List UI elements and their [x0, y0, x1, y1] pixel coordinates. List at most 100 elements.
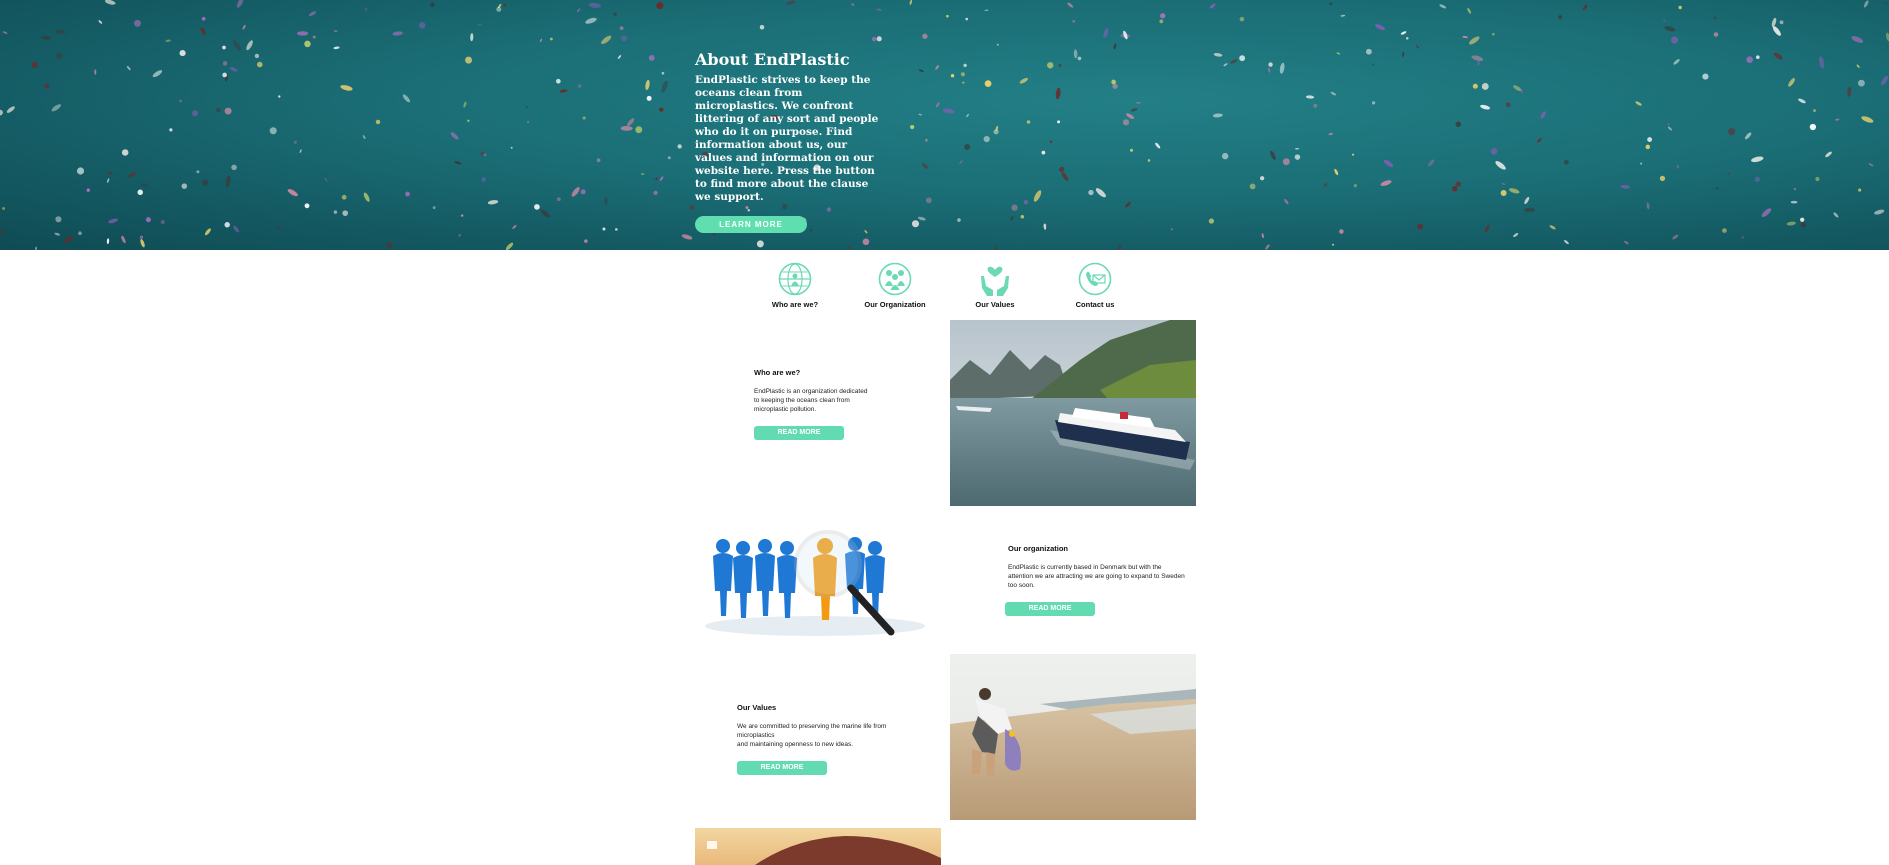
microplastic-speck [1294, 154, 1301, 160]
microplastic-speck [55, 52, 63, 60]
microplastic-speck [1047, 62, 1054, 69]
microplastic-speck [1772, 26, 1781, 36]
microplastic-speck [1501, 182, 1506, 185]
microplastic-speck [1230, 59, 1238, 64]
microplastic-speck [659, 107, 664, 112]
microplastic-speck [646, 95, 652, 101]
microplastic-speck [1351, 153, 1355, 156]
microplastic-speck [231, 164, 237, 171]
microplastic-speck [386, 242, 393, 249]
microplastic-speck [577, 84, 582, 88]
microplastic-speck [1058, 64, 1062, 67]
microplastic-speck [127, 172, 137, 178]
microplastic-speck [1270, 150, 1276, 160]
microplastic-speck [620, 126, 633, 131]
microplastic-speck [577, 8, 581, 13]
microplastic-speck [1868, 163, 1874, 167]
microplastic-speck [1365, 48, 1372, 55]
nav-item-who-are-we[interactable]: Who are we? [745, 262, 845, 309]
microplastic-speck [201, 16, 206, 21]
microplastic-speck [1495, 160, 1506, 170]
microplastic-speck [299, 149, 302, 153]
microplastic-speck [312, 35, 316, 39]
microplastic-speck [1057, 120, 1061, 124]
nav-item-our-organization[interactable]: Our Organization [845, 262, 945, 309]
microplastic-speck [1825, 151, 1832, 158]
microplastic-speck [950, 73, 955, 78]
microplastic-speck [1111, 79, 1116, 85]
nav-item-contact-us[interactable]: Contact us [1045, 262, 1145, 309]
microplastic-speck [224, 222, 230, 228]
read-more-button-our-organization[interactable]: READ MORE [1005, 602, 1095, 616]
microplastic-speck [54, 232, 61, 236]
microplastic-speck [1122, 119, 1130, 126]
microplastic-speck [1451, 185, 1458, 192]
microplastic-speck [200, 27, 206, 35]
microplastic-speck [526, 120, 530, 124]
microplastic-speck [341, 194, 347, 200]
microplastic-speck [1863, 0, 1869, 8]
microplastic-speck [1523, 207, 1536, 213]
microplastic-speck [269, 127, 277, 135]
microplastic-speck [871, 36, 877, 42]
microplastic-speck [1019, 77, 1028, 84]
microplastic-speck [585, 17, 597, 24]
people-icon [878, 262, 912, 296]
microplastic-speck [236, 0, 244, 8]
microplastic-speck [1508, 188, 1520, 194]
microplastic-speck [204, 228, 211, 236]
hero-description: EndPlastic strives to keep the oceans cl… [695, 74, 879, 203]
microplastic-speck [957, 218, 961, 222]
microplastic-speck [604, 196, 608, 206]
microplastic-speck [1402, 52, 1405, 57]
section-title-our-values: Our Values [737, 703, 777, 712]
microplastic-speck [983, 136, 990, 143]
microplastic-speck [458, 233, 462, 237]
microplastic-speck [847, 245, 852, 250]
microplastic-speck [1405, 37, 1409, 40]
read-more-button-our-values[interactable]: READ MORE [737, 761, 827, 775]
microplastic-speck [63, 236, 74, 243]
inbox-icon [707, 841, 717, 849]
microplastic-speck [1779, 20, 1784, 25]
microplastic-speck [106, 178, 110, 183]
microplastic-speck [55, 216, 62, 223]
microplastic-speck [229, 67, 238, 72]
microplastic-speck [1313, 103, 1318, 108]
microplastic-speck [1702, 73, 1709, 80]
microplastic-speck [145, 217, 151, 223]
microplastic-speck [942, 108, 955, 114]
section-title-our-organization: Our organization [1008, 544, 1068, 553]
microplastic-speck [287, 189, 298, 197]
microplastic-speck [1713, 16, 1717, 20]
microplastic-speck [1620, 184, 1631, 189]
microplastic-speck [333, 30, 338, 32]
microplastic-speck [1800, 222, 1807, 228]
read-more-button-who-are-we[interactable]: READ MORE [754, 426, 844, 440]
microplastic-speck [108, 218, 118, 224]
microplastic-speck [659, 176, 664, 181]
microplastic-speck [1212, 113, 1223, 118]
microplastic-speck [1374, 24, 1386, 31]
microplastic-speck [1741, 236, 1744, 239]
microplastic-speck [921, 162, 929, 169]
microplastic-speck [1380, 180, 1392, 186]
microplastic-speck [1160, 13, 1166, 19]
learn-more-button[interactable]: LEARN MORE [695, 216, 807, 233]
microplastic-speck [1011, 204, 1018, 211]
microplastic-speck [165, 39, 171, 42]
microplastic-speck [1323, 183, 1328, 187]
microplastic-speck [1020, 215, 1025, 219]
microplastic-speck [202, 179, 209, 186]
microplastic-speck [1809, 123, 1817, 131]
microplastic-speck [1295, 147, 1300, 150]
section-who-are-we: Who are we? EndPlastic is an organizatio… [754, 368, 874, 440]
microplastic-speck [555, 78, 561, 84]
microplastic-speck [1261, 233, 1264, 239]
nav-item-our-values[interactable]: Our Values [945, 262, 1045, 309]
microplastic-speck [1239, 55, 1246, 62]
microplastic-speck [86, 188, 91, 192]
microplastic-speck [1336, 52, 1341, 55]
microplastic-speck [559, 89, 568, 93]
microplastic-speck [460, 214, 464, 217]
